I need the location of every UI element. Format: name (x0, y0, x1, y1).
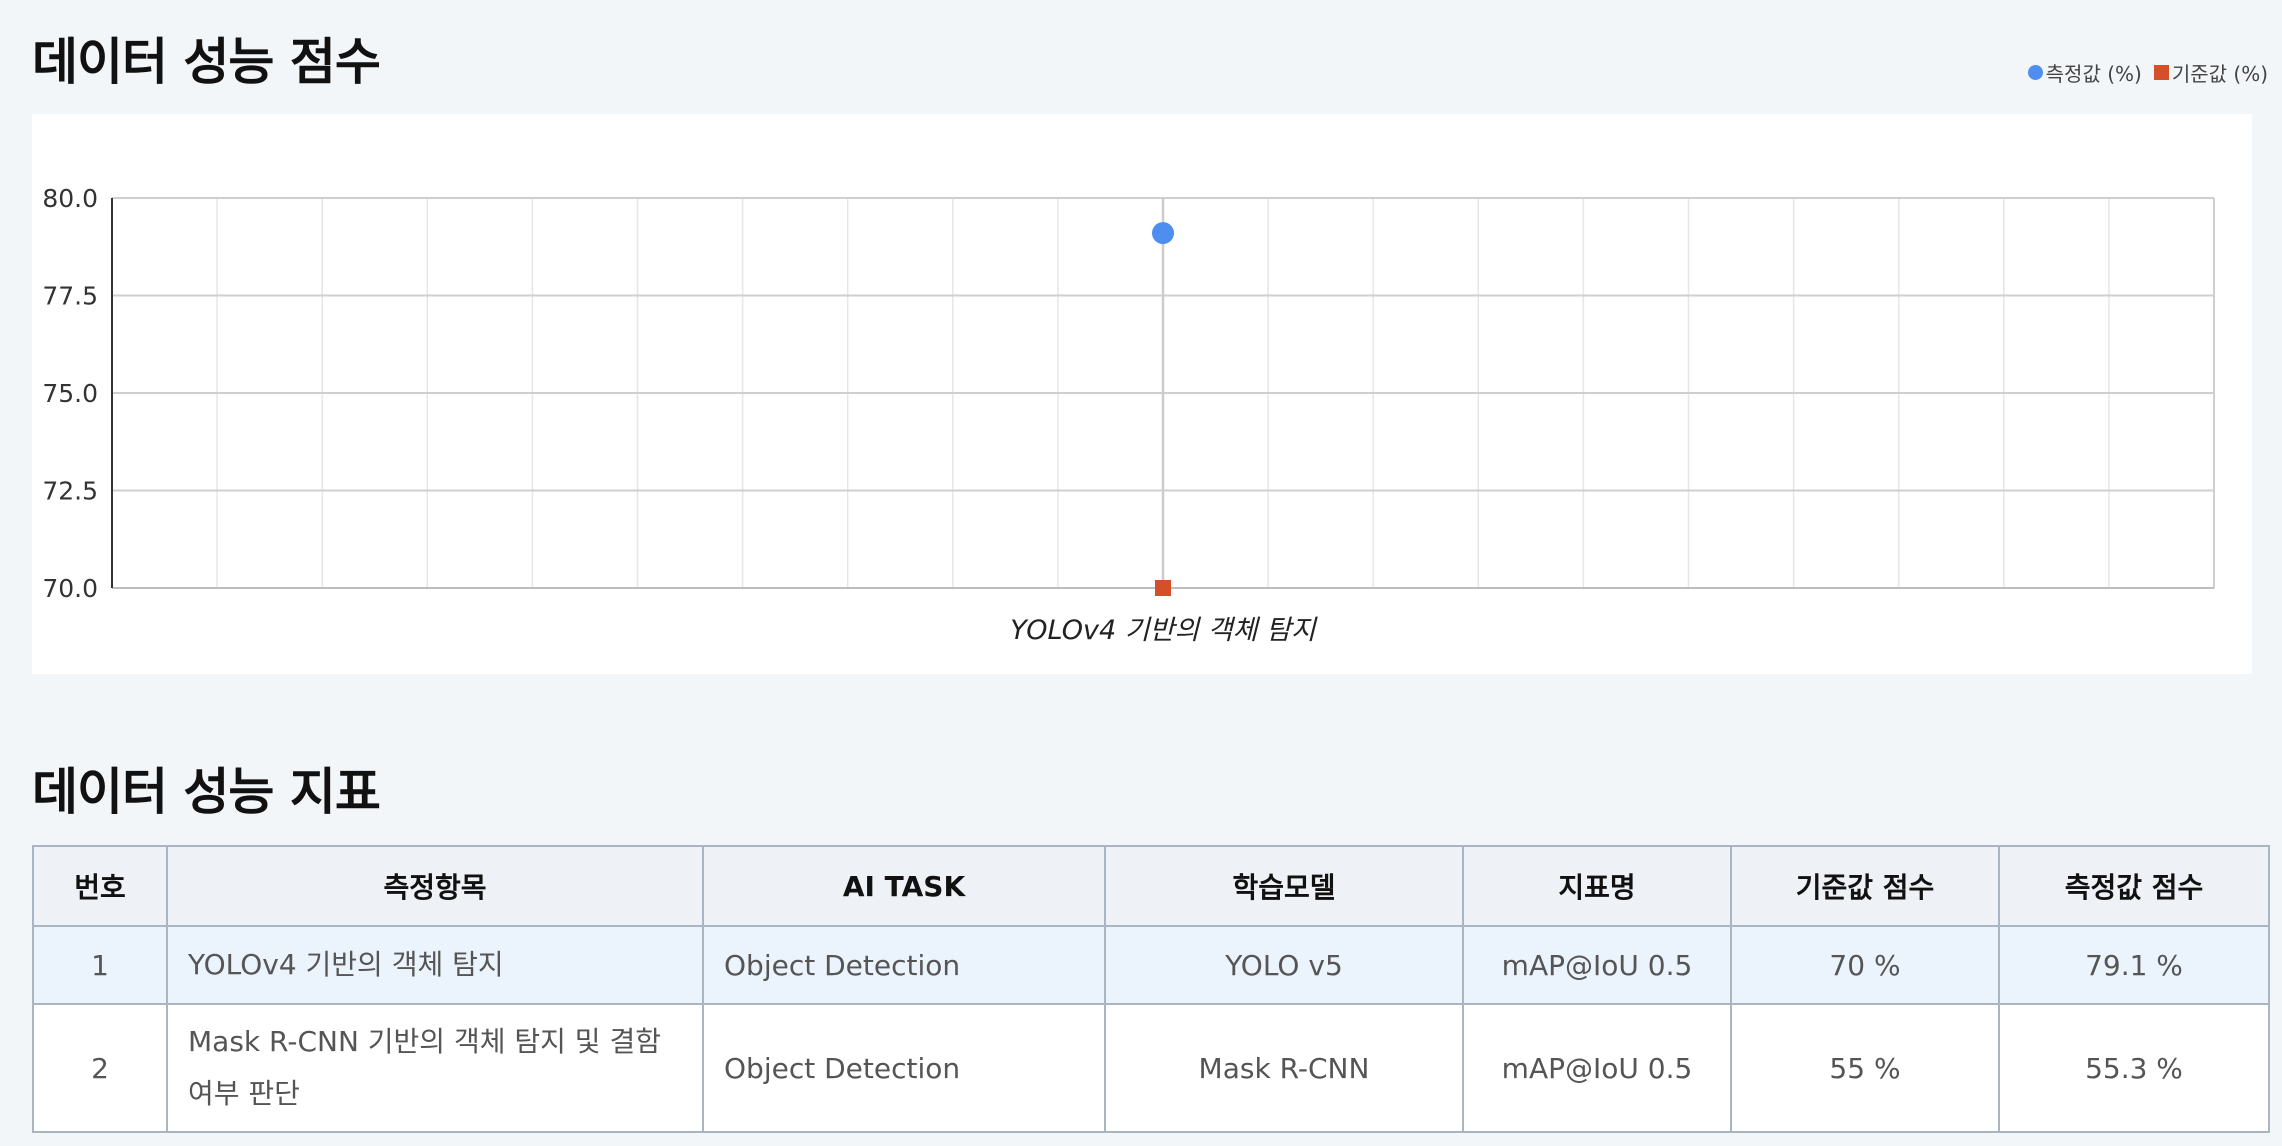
chart-section-title: 데이터 성능 점수 (32, 33, 381, 91)
table-row[interactable]: 1 YOLOv4 기반의 객체 탐지 Object Detection YOLO… (32, 925, 2270, 1005)
header-metric: 지표명 (1462, 845, 1732, 927)
legend-item-baseline[interactable]: 기준값 (%) (2153, 58, 2268, 87)
chart-grid (112, 197, 2214, 589)
cell-ai-task: Object Detection (702, 925, 1106, 1005)
y-tick-label: 80.0 (42, 184, 98, 213)
cell-model: Mask R-CNN (1104, 1003, 1464, 1133)
cell-measured: 55.3 % (1998, 1003, 2270, 1133)
cell-item: Mask R-CNN 기반의 객체 탐지 및 결함 여부 판단 (166, 1003, 704, 1133)
header-ai-task: AI TASK (702, 845, 1106, 927)
x-category-label: YOLOv4 기반의 객체 탐지 (1010, 615, 1318, 646)
cell-metric: mAP@IoU 0.5 (1462, 925, 1732, 1005)
chart-legend: 측정값 (%) 기준값 (%) (2027, 58, 2268, 87)
chart-axes: 70.0 72.5 75.0 77.5 80.0 YOLOv4 기반의 객체 탐지 (42, 184, 2215, 646)
legend-square-marker-icon (2153, 65, 2169, 80)
baseline-point (1155, 580, 1171, 596)
metrics-table: 번호 측정항목 AI TASK 학습모델 지표명 기준값 점수 측정값 점수 1… (32, 845, 2270, 1133)
chart-panel: 70.0 72.5 75.0 77.5 80.0 YOLOv4 기반의 객체 탐지 (32, 114, 2252, 674)
table-header-row: 번호 측정항목 AI TASK 학습모델 지표명 기준값 점수 측정값 점수 (32, 845, 2270, 927)
header-baseline: 기준값 점수 (1730, 845, 2000, 927)
legend-item-measured[interactable]: 측정값 (%) (2027, 58, 2142, 87)
cell-baseline: 70 % (1730, 925, 2000, 1005)
table-section-title: 데이터 성능 지표 (32, 763, 381, 821)
header-item: 측정항목 (166, 845, 704, 927)
legend-circle-marker-icon (2027, 65, 2043, 80)
cell-number: 1 (32, 925, 168, 1005)
y-tick-label: 70.0 (42, 574, 98, 603)
measured-point (1152, 222, 1174, 245)
header-measured: 측정값 점수 (1998, 845, 2270, 927)
cell-number: 2 (32, 1003, 168, 1133)
header-model: 학습모델 (1104, 845, 1464, 927)
header-number: 번호 (32, 845, 168, 927)
y-tick-label: 75.0 (42, 379, 98, 408)
y-tick-label: 72.5 (42, 477, 98, 506)
cell-model: YOLO v5 (1104, 925, 1464, 1005)
cell-baseline: 55 % (1730, 1003, 2000, 1133)
legend-label-measured: 측정값 (%) (2045, 62, 2142, 86)
table-row[interactable]: 2 Mask R-CNN 기반의 객체 탐지 및 결함 여부 판단 Object… (32, 1003, 2270, 1133)
cell-metric: mAP@IoU 0.5 (1462, 1003, 1732, 1133)
cell-measured: 79.1 % (1998, 925, 2270, 1005)
y-tick-label: 77.5 (42, 282, 98, 311)
legend-label-baseline: 기준값 (%) (2171, 62, 2268, 86)
scatter-chart: 70.0 72.5 75.0 77.5 80.0 YOLOv4 기반의 객체 탐지 (42, 184, 2215, 646)
cell-ai-task: Object Detection (702, 1003, 1106, 1133)
cell-item: YOLOv4 기반의 객체 탐지 (166, 925, 704, 1005)
